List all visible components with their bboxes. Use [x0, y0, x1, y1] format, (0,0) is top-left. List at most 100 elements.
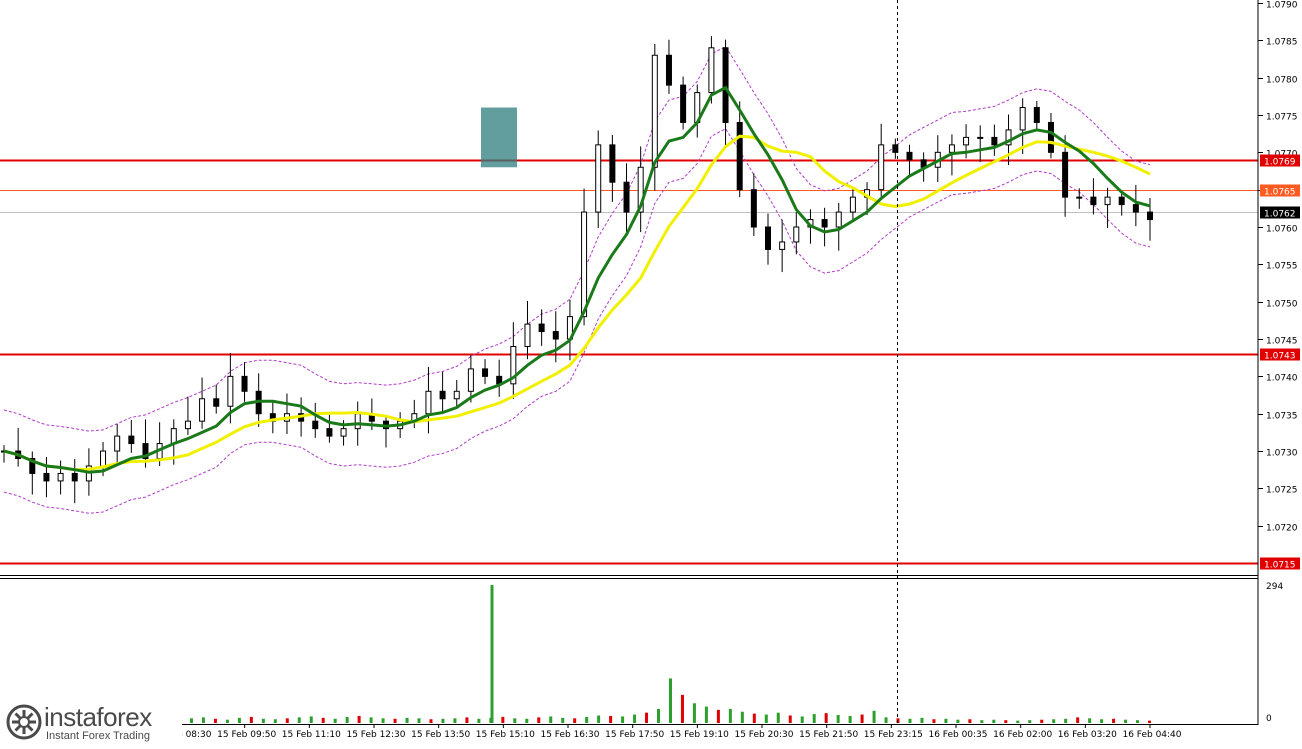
volume-bar	[1088, 718, 1092, 723]
volume-bar	[884, 717, 888, 723]
breakout-highlight-box	[481, 107, 517, 168]
volume-zero-label: 0	[1266, 714, 1272, 724]
candle-body	[708, 47, 715, 94]
candle-body	[326, 428, 333, 437]
candle-body	[453, 390, 460, 400]
candle-body	[312, 420, 319, 430]
volume-bar	[621, 716, 625, 723]
candle-body	[609, 144, 616, 183]
price-tick-label: 1.0745	[1266, 337, 1298, 347]
volume-bar	[441, 718, 445, 723]
candle-body	[1019, 107, 1026, 131]
volume-bar	[585, 716, 589, 723]
level-label-text: 1.0765	[1264, 188, 1296, 198]
price-tick-label: 1.0730	[1266, 449, 1298, 459]
price-chart[interactable]: 1.07901.07851.07801.07751.07701.07651.07…	[0, 0, 1302, 745]
candle-body	[1104, 196, 1111, 206]
volume-bar	[1052, 719, 1056, 723]
level-label-text: 1.0769	[1264, 158, 1296, 168]
candle-body	[1076, 196, 1083, 199]
volume-bar	[932, 719, 936, 723]
time-tick-label: 15 Feb 11:10	[282, 730, 341, 740]
volume-bar	[213, 718, 217, 723]
volume-bar	[549, 716, 553, 723]
candle-body	[581, 211, 588, 318]
logo-wordmark: instaforex	[44, 702, 152, 732]
candle-body	[1118, 196, 1125, 206]
volume-bar	[405, 717, 409, 723]
volume-bar	[764, 714, 768, 723]
volume-bar	[908, 718, 912, 723]
volume-bar	[513, 718, 517, 723]
price-tick-label: 1.0735	[1266, 412, 1298, 422]
time-tick-label: 16 Feb 00:35	[928, 730, 987, 740]
price-tick-label: 1.0750	[1266, 300, 1298, 310]
volume-bar	[752, 713, 756, 723]
level-label-text: 1.0743	[1264, 352, 1296, 362]
volume-bar	[1016, 720, 1020, 723]
candle-body	[765, 226, 771, 250]
volume-bar	[249, 716, 253, 723]
volume-bar	[429, 719, 433, 723]
instaforex-logo-icon	[6, 704, 42, 740]
price-tick-label: 1.0785	[1266, 38, 1298, 48]
instaforex-logo: instaforex Instant Forex Trading	[0, 700, 182, 745]
volume-bar	[776, 712, 780, 723]
time-tick-label: 15 Feb 23:15	[864, 730, 923, 740]
time-tick-label: 16 Feb 03:20	[1058, 730, 1117, 740]
volume-bar	[860, 714, 864, 723]
volume-bar	[297, 717, 301, 723]
volume-bar	[369, 717, 373, 723]
price-tick-label: 1.0780	[1266, 76, 1298, 86]
volume-bar	[321, 717, 325, 723]
volume-bar	[716, 709, 720, 723]
candle-body	[1090, 196, 1097, 206]
volume-bar	[1040, 719, 1044, 723]
volume-bar	[261, 718, 265, 723]
volume-bar	[537, 717, 541, 723]
volume-max-label: 294	[1266, 582, 1283, 592]
volume-bar	[740, 711, 744, 723]
volume-bar	[237, 717, 241, 723]
volume-bar	[836, 715, 840, 723]
candle-body	[750, 189, 757, 228]
candle-body	[835, 211, 842, 228]
candle-body	[482, 368, 489, 377]
candle-body	[680, 84, 687, 123]
candle-body	[849, 196, 856, 213]
price-tick-label: 1.0755	[1266, 262, 1298, 272]
volume-bar	[597, 715, 601, 723]
candle-body	[552, 331, 559, 340]
candle-body	[1147, 211, 1153, 221]
volume-bar	[788, 715, 792, 723]
candle-body	[425, 390, 432, 415]
candle-body	[43, 472, 50, 482]
volume-bar	[728, 708, 732, 723]
volume-bar	[309, 716, 313, 723]
volume-bar	[1004, 720, 1008, 723]
candle-body	[524, 323, 531, 347]
volume-bar	[920, 717, 924, 723]
time-tick-label: 15 Feb 15:10	[476, 730, 535, 740]
volume-bar	[189, 718, 193, 723]
logo-tagline: Instant Forex Trading	[46, 730, 150, 742]
candle-body	[170, 428, 177, 445]
candle-body	[963, 136, 970, 146]
price-tick-label: 1.0775	[1266, 113, 1298, 123]
time-tick-label: 15 Feb 20:30	[734, 730, 793, 740]
volume-bar	[333, 718, 337, 723]
candle-body	[1033, 107, 1040, 123]
volume-bar	[477, 718, 481, 723]
time-tick-label: 15 Feb 13:50	[411, 730, 470, 740]
volume-bar	[1064, 718, 1068, 723]
volume-bar	[668, 678, 672, 723]
volume-bar	[501, 716, 505, 723]
candle-body	[1047, 121, 1054, 153]
volume-bar	[525, 718, 529, 723]
volume-bar	[609, 715, 613, 723]
candle-body	[722, 47, 729, 123]
volume-bar	[633, 714, 637, 723]
time-tick-label: 15 Feb 19:10	[670, 730, 729, 740]
volume-bar	[645, 712, 649, 723]
volume-bar	[393, 718, 397, 723]
